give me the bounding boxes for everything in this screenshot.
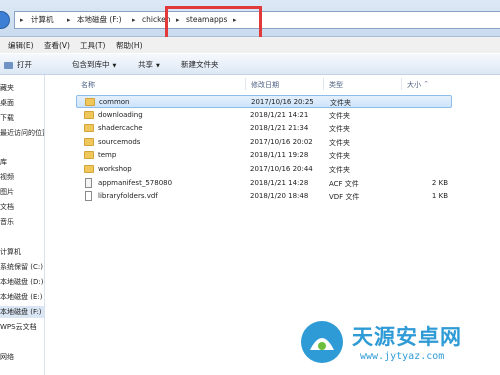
cell-name: downloading	[98, 110, 143, 119]
cell-name: workshop	[98, 165, 132, 173]
cell-type: 文件夹	[329, 166, 350, 174]
site-watermark: 天源安卓网 www.jytyaz.com	[300, 318, 496, 368]
cell-type: VDF 文件	[329, 193, 360, 202]
file-icon	[85, 177, 92, 188]
cell-modified: 2017/10/16 20:02	[250, 137, 313, 146]
table-row[interactable]: common 2017/10/16 20:25 文件夹	[76, 95, 452, 108]
new-folder-button[interactable]: 新建文件夹	[181, 59, 219, 70]
cell-modified: 2018/1/21 14:21	[250, 110, 309, 119]
cell-size: 2 KB	[431, 178, 448, 187]
nav-libraries[interactable]: 库	[0, 156, 44, 168]
folder-icon	[84, 137, 94, 146]
watermark-logo-icon	[301, 321, 343, 363]
table-row[interactable]: downloading 2018/1/21 14:21 文件夹	[76, 109, 452, 122]
nav-desktop[interactable]: 桌面	[0, 97, 44, 109]
cell-name: appmanifest_578080	[98, 178, 173, 187]
nav-documents[interactable]: 文档	[0, 201, 44, 213]
chevron-right-icon[interactable]: ▸	[20, 12, 24, 28]
column-header-modified[interactable]: 修改日期	[251, 80, 279, 90]
include-library-button[interactable]: 包含到库中 ▼	[72, 59, 116, 70]
cell-modified: 2017/10/16 20:25	[251, 98, 314, 106]
menu-bar: 编辑(E) 查看(V) 工具(T) 帮助(H)	[0, 37, 500, 53]
nav-computer[interactable]: 计算机	[0, 246, 44, 258]
back-arrow-icon[interactable]	[0, 11, 10, 29]
table-row[interactable]: appmanifest_578080 2018/1/21 14:28 ACF 文件 2…	[76, 177, 452, 190]
cell-modified: 2018/1/21 14:28	[250, 178, 309, 187]
watermark-title: 天源安卓网	[352, 325, 462, 349]
table-row[interactable]: sourcemods 2017/10/16 20:02 文件夹	[76, 136, 452, 149]
navigation-pane: 藏夹 桌面 下载 最近访问的位置 库 视频 图片 文档 音乐 计算机 系统保留 …	[0, 75, 45, 375]
nav-downloads[interactable]: 下载	[0, 112, 44, 124]
nav-drive-d[interactable]: 本地磁盘 (D:)	[0, 276, 44, 288]
table-row[interactable]: libraryfolders.vdf 2018/1/20 18:48 VDF 文件 1…	[76, 190, 452, 203]
cell-name: common	[99, 98, 130, 106]
cell-name: shadercache	[98, 124, 143, 133]
column-header-name[interactable]: 名称	[81, 80, 95, 90]
chevron-right-icon[interactable]: ▸	[132, 12, 136, 28]
nav-drive-f[interactable]: 本地磁盘 (F:)	[0, 306, 44, 318]
watermark-url: www.jytyaz.com	[360, 351, 445, 362]
nav-music[interactable]: 音乐	[0, 216, 44, 228]
folder-icon	[84, 110, 94, 119]
cell-type: ACF 文件	[329, 179, 359, 188]
nav-pictures[interactable]: 图片	[0, 186, 44, 198]
nav-videos[interactable]: 视频	[0, 171, 44, 183]
dropdown-arrow-icon: ▼	[156, 63, 160, 69]
share-button[interactable]: 共享 ▼	[138, 59, 160, 70]
nav-wps-cloud[interactable]: WPS云文档	[0, 321, 44, 333]
folder-icon	[85, 98, 95, 106]
toolbar: 打开 包含到库中 ▼ 共享 ▼ 新建文件夹	[0, 54, 500, 75]
folder-icon	[84, 165, 94, 173]
chevron-right-icon[interactable]: ▸	[67, 12, 71, 28]
cell-type: 文件夹	[329, 111, 350, 120]
column-divider[interactable]	[323, 78, 324, 90]
nav-drive-e[interactable]: 本地磁盘 (E:)	[0, 291, 44, 303]
menu-help[interactable]: 帮助(H)	[116, 40, 143, 51]
folder-icon	[84, 124, 94, 133]
nav-network[interactable]: 网络	[0, 351, 44, 363]
cell-name: libraryfolders.vdf	[98, 192, 158, 201]
cell-type: 文件夹	[329, 125, 350, 134]
nav-favorites[interactable]: 藏夹	[0, 82, 44, 94]
nav-recent-places[interactable]: 最近访问的位置	[0, 127, 44, 139]
cell-name: temp	[98, 151, 117, 160]
table-row[interactable]: temp 2018/1/11 19:28 文件夹	[76, 149, 452, 162]
column-divider[interactable]	[245, 78, 246, 90]
open-button[interactable]: 打开	[4, 59, 32, 70]
open-icon	[4, 61, 13, 69]
folder-icon	[84, 151, 94, 160]
cell-type: 文件夹	[329, 138, 350, 147]
cell-modified: 2017/10/16 20:44	[250, 165, 313, 173]
file-icon	[85, 191, 92, 202]
table-row[interactable]: workshop 2017/10/16 20:44 文件夹	[76, 163, 452, 176]
cell-name: sourcemods	[98, 137, 141, 146]
menu-view[interactable]: 查看(V)	[44, 40, 70, 51]
crumb-drive-f[interactable]: 本地磁盘 (F:)	[77, 12, 122, 28]
table-row[interactable]: shadercache 2018/1/21 21:34 文件夹	[76, 122, 452, 135]
cell-modified: 2018/1/21 21:34	[250, 124, 309, 133]
menu-tools[interactable]: 工具(T)	[80, 40, 105, 51]
address-bar: ▸ 计算机 ▸ 本地磁盘 (F:) ▸ chicken ▸ steamapps …	[0, 0, 500, 42]
cell-modified: 2018/1/11 19:28	[250, 151, 309, 160]
column-header-type[interactable]: 类型	[329, 80, 343, 90]
cell-type: 文件夹	[329, 152, 350, 161]
menu-edit[interactable]: 编辑(E)	[8, 40, 34, 51]
column-header-size[interactable]: 大小	[407, 80, 421, 90]
crumb-computer[interactable]: 计算机	[31, 12, 54, 28]
nav-drive-c[interactable]: 系统保留 (C:)	[0, 261, 44, 273]
cell-modified: 2018/1/20 18:48	[250, 192, 309, 201]
column-divider[interactable]	[401, 78, 402, 90]
sort-chevron-icon: ^	[424, 81, 429, 87]
dropdown-arrow-icon: ▼	[112, 63, 117, 69]
cell-type: 文件夹	[330, 99, 351, 107]
cell-size: 1 KB	[431, 192, 448, 201]
